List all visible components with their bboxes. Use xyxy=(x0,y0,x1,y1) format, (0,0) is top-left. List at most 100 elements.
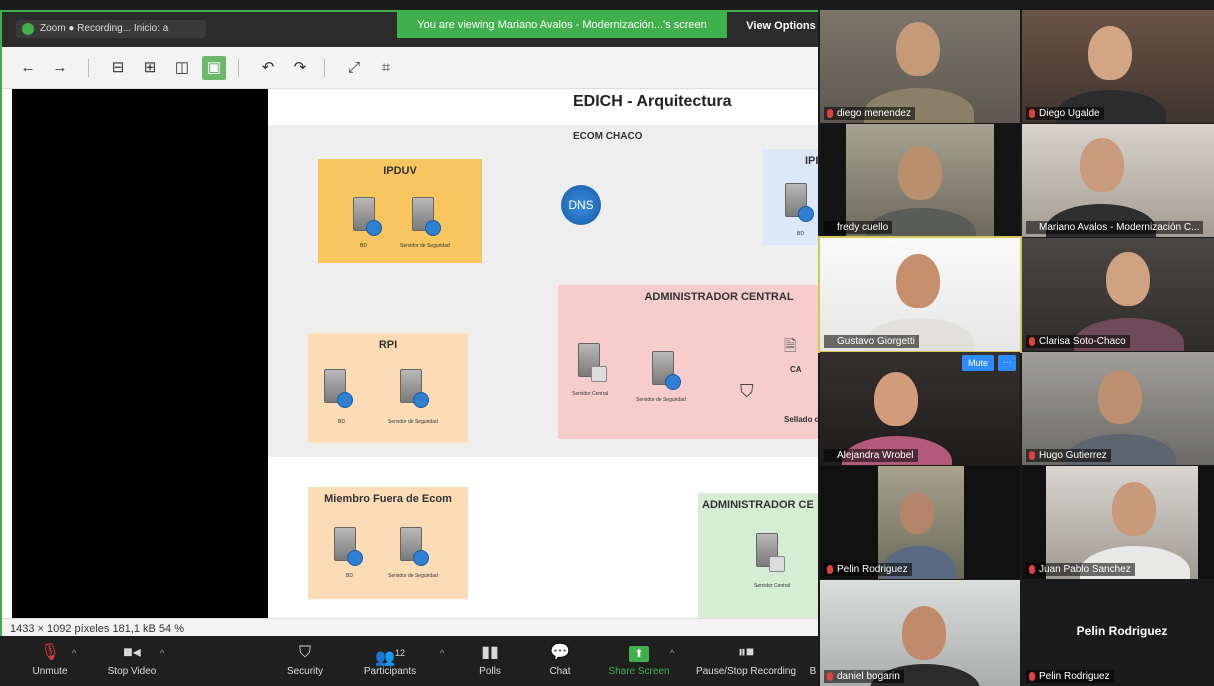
person-head xyxy=(898,146,942,200)
shield-check-icon: ⛉ xyxy=(740,381,754,401)
view-mode-icon[interactable]: ▣ xyxy=(202,56,226,80)
chevron-up-icon[interactable]: ^ xyxy=(440,648,444,658)
database-badge-icon xyxy=(798,206,814,222)
participant-tile[interactable]: Diego Ugalde xyxy=(1022,10,1214,123)
toolbar-divider xyxy=(88,59,89,77)
server-label: Servidor de Seguridad xyxy=(388,419,438,425)
participant-tile[interactable]: Mariano Avalos - Modernización C... xyxy=(1022,124,1214,237)
chevron-up-icon[interactable]: ^ xyxy=(160,648,164,658)
pause-recording-label: Pause/Stop Recording xyxy=(695,666,797,677)
participant-tile-no-video[interactable]: Pelin Rodriguez Pelin Rodriguez xyxy=(1022,580,1214,686)
recording-text: Zoom ● Recording... Inicio: a xyxy=(40,23,169,34)
participant-tile[interactable]: Pelin Rodriguez xyxy=(820,466,1020,579)
back-arrow-icon[interactable]: ← xyxy=(16,56,40,80)
stop-video-button[interactable]: ■◂ Stop Video ^ xyxy=(100,640,165,684)
share-screen-label: Share Screen xyxy=(608,666,670,677)
participant-name: fredy cuello xyxy=(824,221,893,234)
fit-icon[interactable]: ⊟ xyxy=(106,56,130,80)
ca-label: CA xyxy=(790,365,802,374)
admin-ce-box: ADMINISTRADOR CE Servidor Central xyxy=(698,493,820,618)
ipduv-title: IPDUV xyxy=(383,165,417,177)
architecture-diagram: EDICH - Arquitectura ECOM CHACO IPDUV BD… xyxy=(268,89,820,618)
server-label: Servidor Central xyxy=(572,391,609,397)
forward-arrow-icon[interactable]: → xyxy=(48,56,72,80)
participant-name: daniel bogarin xyxy=(824,670,904,683)
bar-chart-icon: ▮▮ xyxy=(481,644,499,661)
zoom-icon[interactable]: ⊞ xyxy=(138,56,162,80)
participant-tile[interactable]: Hugo Gutierrez xyxy=(1022,352,1214,465)
participant-name: Gustavo Giorgetti xyxy=(824,335,919,348)
security-badge-icon xyxy=(665,374,681,390)
muted-mic-icon: 🎙 xyxy=(39,644,61,661)
document-badge-icon xyxy=(769,556,785,572)
mute-participant-button[interactable]: Mute xyxy=(962,355,994,371)
security-button[interactable]: ⛉ Security xyxy=(280,640,330,684)
participants-label: Participants xyxy=(363,666,417,677)
toolbar-divider xyxy=(238,59,239,77)
person-head xyxy=(900,492,934,534)
participant-name-text: daniel bogarin xyxy=(837,671,900,682)
chat-button[interactable]: 💬 Chat xyxy=(540,640,580,684)
participant-name-text: Gustavo Giorgetti xyxy=(837,336,915,347)
server-label: BD xyxy=(338,419,345,425)
meeting-controls: 🎙 Unmute ^ ■◂ Stop Video ^ ⛉ Security 👥1… xyxy=(0,636,820,686)
ipduv-box: IPDUV BD Servidor de Seguridad xyxy=(318,159,482,263)
participant-name-text: Clarisa Soto-Chaco xyxy=(1039,336,1126,347)
participant-tile[interactable]: Mute ··· Alejandra Wrobel xyxy=(820,352,1020,465)
participant-name-text: Diego Ugalde xyxy=(1039,108,1100,119)
polls-button[interactable]: ▮▮ Polls xyxy=(470,640,510,684)
fullscreen-icon[interactable]: ⤢ xyxy=(342,56,366,80)
muted-mic-icon xyxy=(1029,337,1035,346)
participant-name-text: Juan Pablo Sanchez xyxy=(1039,564,1131,575)
participant-tile[interactable]: Juan Pablo Sanchez xyxy=(1022,466,1214,579)
person-head xyxy=(1112,482,1156,536)
person-head xyxy=(1106,252,1150,306)
image-viewer-toolbar: ← → ⊟ ⊞ ◫ ▣ ↶ ↷ ⤢ ⌗ xyxy=(2,47,820,89)
participant-name-text: Pelin Rodriguez xyxy=(1039,671,1110,682)
person-head xyxy=(896,22,940,76)
server-label: BD xyxy=(346,573,353,579)
server-icon xyxy=(785,183,814,222)
shield-icon: ⛉ xyxy=(298,644,311,661)
muted-mic-icon xyxy=(1029,451,1035,460)
participant-tile[interactable]: Clarisa Soto-Chaco xyxy=(1022,238,1214,351)
participant-name: Pelin Rodriguez xyxy=(1026,670,1114,683)
participant-tile[interactable]: fredy cuello xyxy=(820,124,1020,237)
muted-mic-icon xyxy=(827,672,833,681)
server-icon xyxy=(412,197,441,236)
participant-tile-active-speaker[interactable]: Gustavo Giorgetti xyxy=(818,236,1022,353)
participants-button[interactable]: 👥12 Participants ^ xyxy=(352,640,444,684)
certificate-icon: 🗎 xyxy=(784,338,797,355)
server-label: Servidor de Seguridad xyxy=(388,573,438,579)
rotate-left-icon[interactable]: ↶ xyxy=(256,56,280,80)
view-options-button[interactable]: View Options xyxy=(742,16,820,36)
participant-name: Clarisa Soto-Chaco xyxy=(1026,335,1130,348)
rotate-right-icon[interactable]: ↷ xyxy=(288,56,312,80)
more-options-button[interactable]: ··· xyxy=(998,355,1016,371)
image-status-bar: 1433 × 1092 píxeles 181,1 kB 54 % xyxy=(2,618,820,638)
rpi-box: RPI BD Servidor de Seguridad xyxy=(308,333,468,443)
black-margin xyxy=(12,89,268,618)
chevron-up-icon[interactable]: ^ xyxy=(670,648,674,658)
participants-icon: 👥12 xyxy=(375,648,405,667)
ipi-box: IPI BD xyxy=(763,149,820,245)
participant-gallery: diego menendez Diego Ugalde fredy cuello… xyxy=(818,10,1214,686)
recording-indicator[interactable]: Zoom ● Recording... Inicio: a xyxy=(16,20,206,38)
participant-tile[interactable]: daniel bogarin xyxy=(820,580,1020,686)
participant-tile[interactable]: diego menendez xyxy=(820,10,1020,123)
server-icon xyxy=(400,369,429,408)
participant-name: diego menendez xyxy=(824,107,915,120)
chevron-up-icon[interactable]: ^ xyxy=(72,648,76,658)
crop-icon[interactable]: ⌗ xyxy=(374,56,398,80)
unmute-button[interactable]: 🎙 Unmute ^ xyxy=(22,640,78,684)
server-icon xyxy=(578,343,607,382)
participant-name-text: fredy cuello xyxy=(837,222,889,233)
document-badge-icon xyxy=(591,366,607,382)
share-arrow-icon: ⬆ xyxy=(604,640,674,666)
actual-size-icon[interactable]: ◫ xyxy=(170,56,194,80)
database-badge-icon xyxy=(347,550,363,566)
pause-stop-recording-button[interactable]: ⏸⏹ Pause/Stop Recording xyxy=(688,640,804,684)
participant-name: Diego Ugalde xyxy=(1026,107,1104,120)
muted-mic-icon xyxy=(1029,565,1035,574)
share-screen-button[interactable]: ⬆ Share Screen ^ xyxy=(604,640,674,684)
